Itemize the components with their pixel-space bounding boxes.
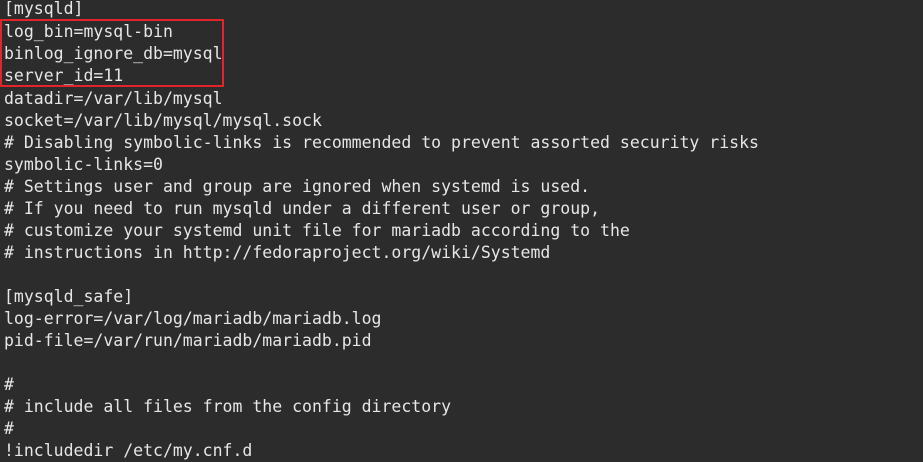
config-line-symbolic-links: symbolic-links=0 [4, 155, 163, 174]
config-line-section-mysqld: [mysqld] [4, 0, 84, 18]
config-line-log-error: log-error=/var/log/mariadb/mariadb.log [4, 309, 382, 328]
config-comment-hash: # [4, 375, 14, 394]
highlight-annotation-box [0, 19, 224, 87]
config-comment-hash: # [4, 419, 14, 438]
config-comment-customize: # customize your systemd unit file for m… [4, 221, 630, 240]
terminal-output: [mysqld] log_bin=mysql-bin binlog_ignore… [0, 0, 923, 462]
config-comment-symlinks: # Disabling symbolic-links is recommende… [4, 133, 759, 152]
config-line-socket: socket=/var/lib/mysql/mysql.sock [4, 111, 322, 130]
config-comment-include-all: # include all files from the config dire… [4, 397, 452, 416]
config-comment-if-you-need: # If you need to run mysqld under a diff… [4, 199, 601, 218]
config-comment-settings: # Settings user and group are ignored wh… [4, 177, 591, 196]
config-comment-instructions: # instructions in http://fedoraproject.o… [4, 243, 551, 262]
config-line-section-mysqld-safe: [mysqld_safe] [4, 287, 134, 306]
config-line-includedir: !includedir /etc/my.cnf.d [4, 441, 253, 460]
config-line-datadir: datadir=/var/lib/mysql [4, 89, 223, 108]
config-line-pid-file: pid-file=/var/run/mariadb/mariadb.pid [4, 331, 372, 350]
